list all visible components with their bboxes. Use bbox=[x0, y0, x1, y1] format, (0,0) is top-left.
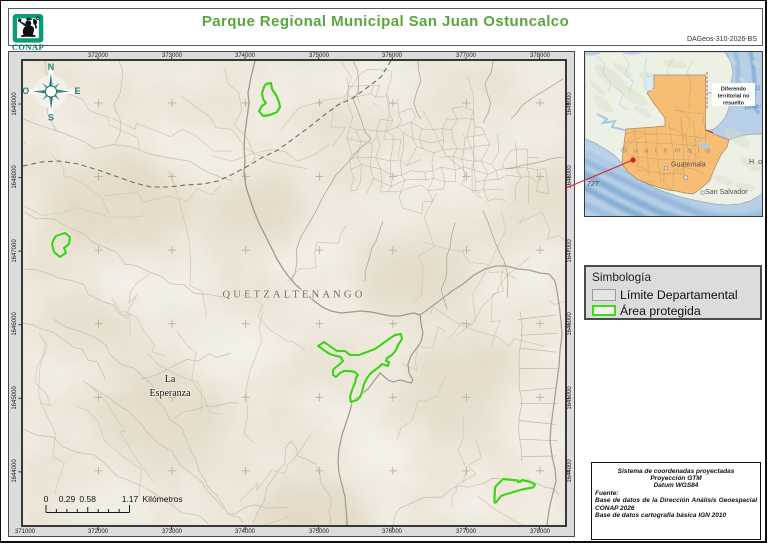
svg-text:Ho: Ho bbox=[749, 158, 763, 166]
svg-text:S: S bbox=[47, 113, 53, 123]
svg-text:N: N bbox=[47, 62, 54, 72]
svg-text:San Salvador: San Salvador bbox=[705, 188, 748, 196]
svg-text:0.58: 0.58 bbox=[79, 494, 96, 504]
svg-text:CONAP: CONAP bbox=[12, 43, 44, 52]
svg-text:G: G bbox=[756, 86, 761, 92]
svg-text:72T: 72T bbox=[587, 181, 600, 188]
svg-text:1.17: 1.17 bbox=[121, 494, 138, 504]
svg-text:La: La bbox=[164, 374, 175, 385]
svg-text:O: O bbox=[23, 86, 29, 96]
svg-text:Kilómetros: Kilómetros bbox=[142, 494, 182, 504]
svg-text:0: 0 bbox=[43, 494, 48, 504]
svg-text:E: E bbox=[74, 86, 80, 96]
svg-text:Diferendo: Diferendo bbox=[721, 87, 747, 93]
svg-text:Esperanza: Esperanza bbox=[149, 388, 191, 399]
svg-text:territorial no: territorial no bbox=[718, 94, 750, 100]
svg-text:G u a t e m a l a: G u a t e m a l a bbox=[621, 146, 712, 155]
svg-text:0.29: 0.29 bbox=[58, 494, 75, 504]
svg-text:Guatemala: Guatemala bbox=[671, 161, 706, 169]
svg-text:resuelto: resuelto bbox=[723, 101, 745, 107]
svg-text:QUETZALTENANGO: QUETZALTENANGO bbox=[222, 290, 365, 301]
